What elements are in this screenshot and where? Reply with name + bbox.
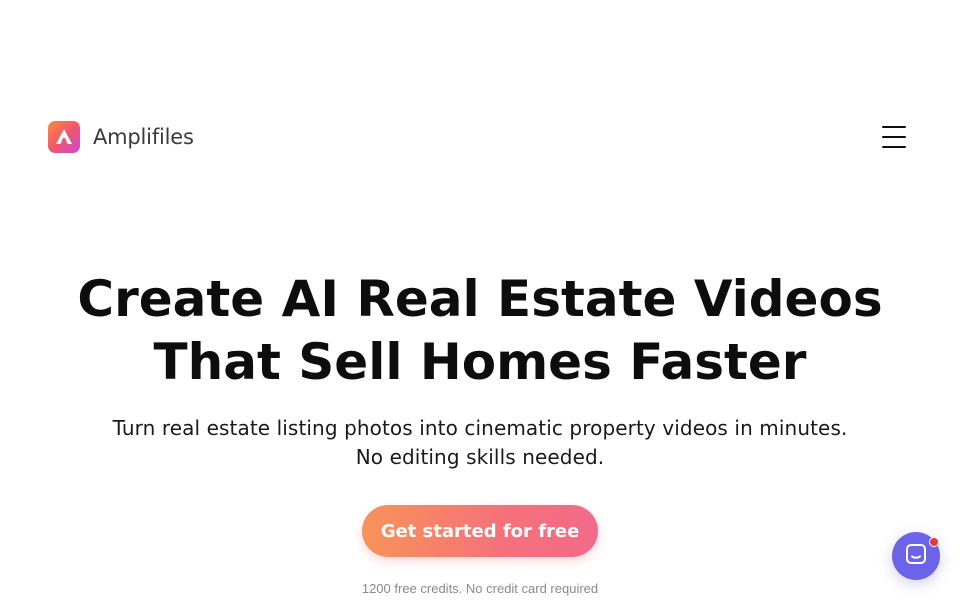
chat-launcher-button[interactable] bbox=[892, 532, 940, 580]
cta-note: 1200 free credits. No credit card requir… bbox=[361, 581, 599, 596]
notification-dot bbox=[929, 537, 939, 547]
hamburger-menu-icon[interactable] bbox=[882, 126, 908, 148]
menu-line bbox=[882, 146, 906, 148]
hero-title-line-2: That Sell Homes Faster bbox=[153, 333, 807, 391]
hero-title-line-1: Create AI Real Estate Videos bbox=[77, 270, 883, 328]
chat-icon bbox=[904, 542, 928, 571]
hero-section: Create AI Real Estate Videos That Sell H… bbox=[0, 268, 960, 596]
hero-subtitle-line-1: Turn real estate listing photos into cin… bbox=[112, 416, 848, 440]
menu-line bbox=[882, 136, 906, 138]
brand-name: Amplifiles bbox=[93, 125, 194, 149]
get-started-button[interactable]: Get started for free bbox=[362, 505, 598, 557]
hero-subtitle: Turn real estate listing photos into cin… bbox=[90, 414, 870, 472]
brand-link[interactable]: Amplifiles bbox=[48, 121, 194, 153]
amplifiles-logo-icon bbox=[48, 121, 80, 153]
hero-title: Create AI Real Estate Videos That Sell H… bbox=[0, 268, 960, 394]
landing-page: Amplifiles Create AI Real Estate Videos … bbox=[0, 0, 960, 600]
cta-container: Get started for free bbox=[0, 505, 960, 557]
menu-line bbox=[882, 126, 906, 128]
navbar: Amplifiles bbox=[48, 121, 908, 153]
hero-subtitle-line-2: No editing skills needed. bbox=[355, 445, 605, 469]
